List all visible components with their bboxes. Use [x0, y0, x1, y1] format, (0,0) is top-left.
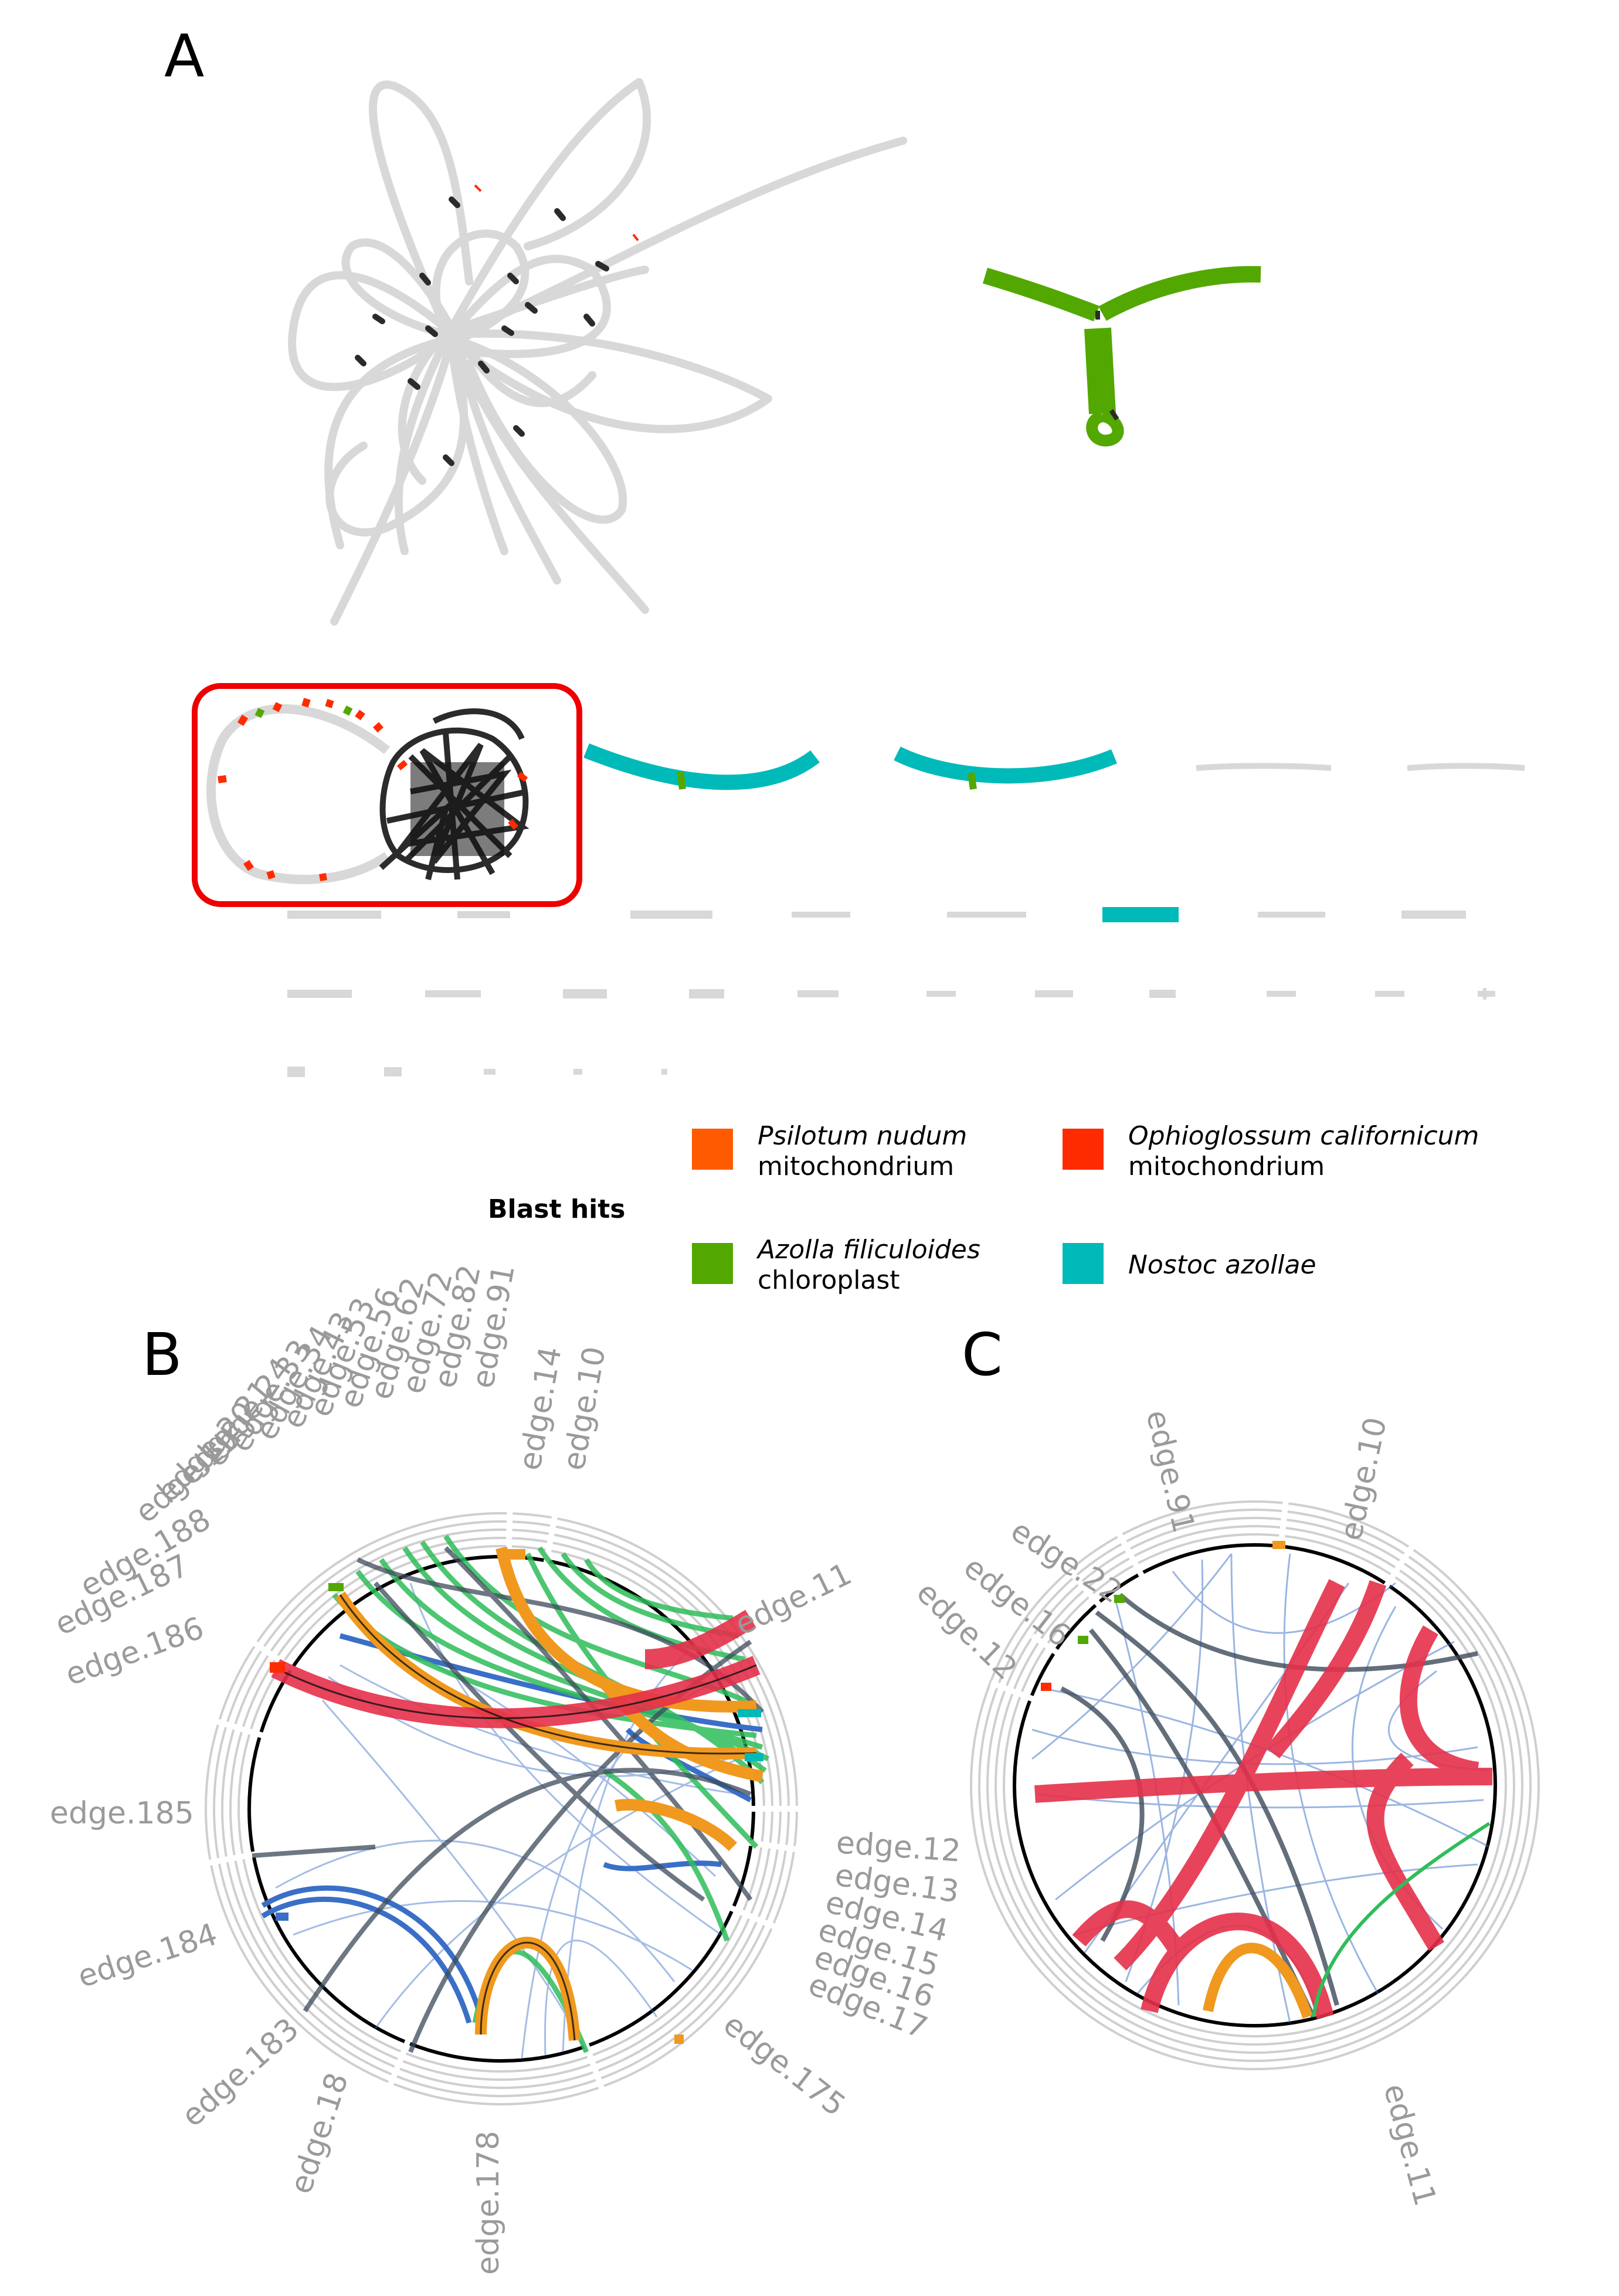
legend-sub-ophioglossum: mitochondrium	[1128, 1152, 1325, 1181]
panel-b-edge-label: edge.11	[729, 1557, 857, 1643]
panel-c-edge-label: edge.10	[1333, 1414, 1394, 1544]
mitochondrial-graph	[206, 698, 530, 884]
panel-b-edge-labels: edge.10edge.14edge.91edge.82edge.72edge.…	[49, 1262, 962, 2275]
legend-label-nostoc: Nostoc azollae	[1128, 1250, 1316, 1280]
legend-label-ophioglossum: Ophioglossum californicum	[1128, 1121, 1479, 1151]
panel-a-letter: A	[164, 22, 204, 90]
legend-swatch-orange	[692, 1129, 733, 1170]
panel-a: A	[164, 22, 1525, 1077]
panel-c: C edge.91 edge.10edge.22edge.16edge.12ed…	[909, 1320, 1540, 2210]
assembly-graph-main	[288, 78, 907, 626]
legend-title: Blast hits	[488, 1194, 625, 1224]
panel-b-letter: B	[142, 1320, 182, 1389]
legend-swatch-red	[1063, 1129, 1104, 1170]
panel-c-letter: C	[962, 1320, 1003, 1389]
legend: Blast hits Psilotum nudum mitochondrium …	[488, 1121, 1479, 1295]
nostoc-contigs	[583, 743, 1179, 922]
panel-c-edge-label: edge.91	[1139, 1407, 1201, 1536]
panel-b-edge-label: edge.184	[73, 1917, 221, 1995]
panel-b-edge-label: edge.18	[283, 2069, 355, 2198]
panel-b-edge-label: edge.183	[175, 2012, 306, 2134]
legend-item-ophioglossum: Ophioglossum californicum mitochondrium	[1063, 1121, 1479, 1181]
panel-b-edge-label: edge.175	[717, 2007, 852, 2124]
legend-item-azolla: Azolla filiculoides chloroplast	[692, 1235, 980, 1295]
legend-label-psilotum: Psilotum nudum	[758, 1121, 967, 1151]
legend-label-azolla: Azolla filiculoides	[756, 1235, 980, 1265]
panel-b: B edge.10edge.14edge.91edge.82edge.72edg…	[49, 1262, 962, 2275]
panel-b-edge-label: edge.178	[471, 2131, 506, 2275]
chloroplast-graph	[982, 266, 1261, 447]
figure-canvas: A Blast hits Psilotum nudum mitochondriu…	[49, 22, 1540, 2275]
panel-c-edge-label: edge.11	[1376, 2080, 1442, 2210]
panel-b-edge-label: edge.185	[50, 1796, 194, 1831]
legend-swatch-green	[692, 1243, 733, 1284]
legend-swatch-teal	[1063, 1243, 1104, 1284]
legend-sub-azolla: chloroplast	[758, 1265, 900, 1295]
legend-sub-psilotum: mitochondrium	[758, 1152, 954, 1181]
legend-item-nostoc: Nostoc azollae	[1063, 1243, 1316, 1284]
legend-item-psilotum: Psilotum nudum mitochondrium	[692, 1121, 967, 1181]
